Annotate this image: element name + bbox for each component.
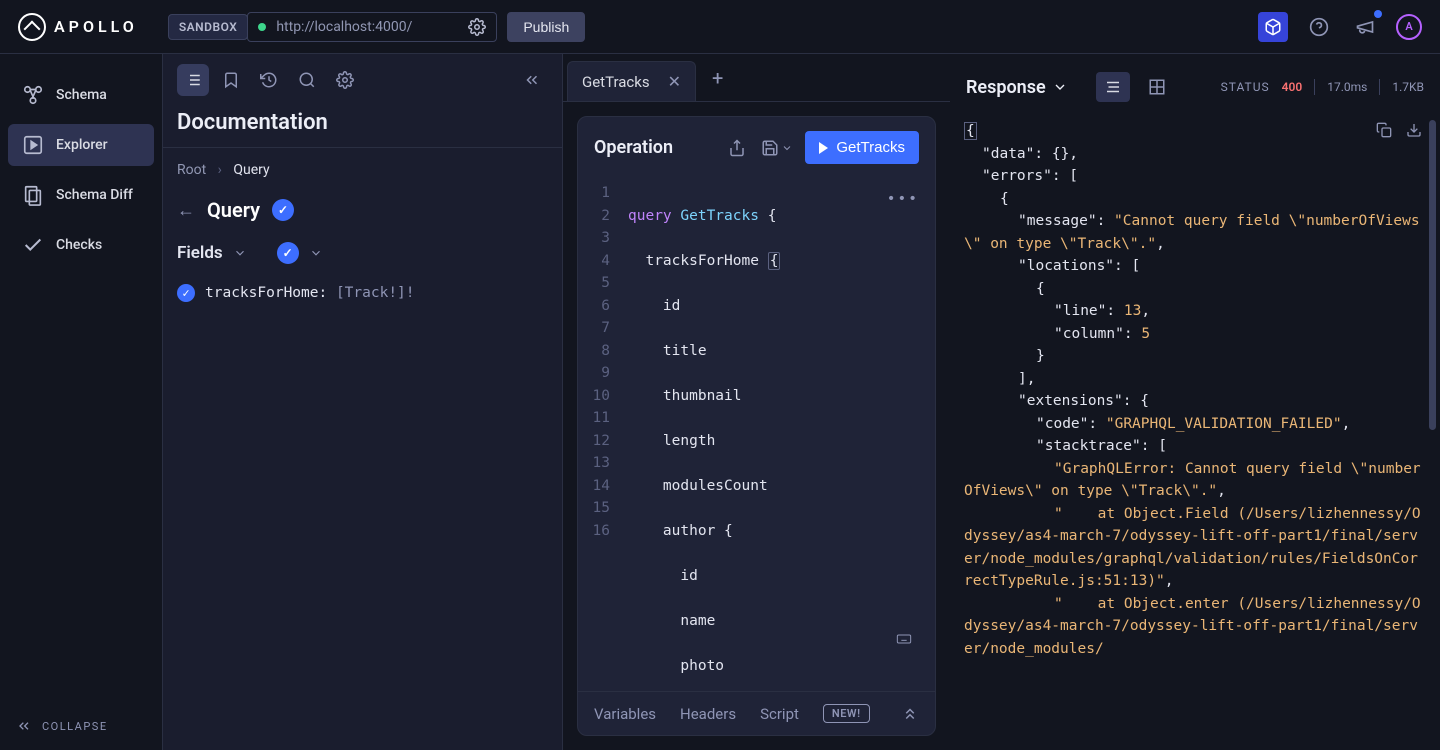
status-block: STATUS 400 17.0ms 1.7KB <box>1221 79 1424 95</box>
operation-column: GetTracks ✕ + Operation GetTracks <box>563 54 950 750</box>
endpoint-url-box[interactable]: http://localhost:4000/ <box>247 12 497 42</box>
checks-icon <box>22 234 44 256</box>
apollo-logo: APOLLO <box>18 13 138 41</box>
sidebar-item-checks[interactable]: Checks <box>8 224 154 266</box>
sidebar-item-explorer[interactable]: Explorer <box>8 124 154 166</box>
status-label: STATUS <box>1221 80 1270 94</box>
endpoint-url: http://localhost:4000/ <box>276 19 412 35</box>
main-row: Schema Explorer Schema Diff Checks COLLA… <box>0 54 1440 750</box>
sidebar-item-schema[interactable]: Schema <box>8 74 154 116</box>
sidebar-item-schema-diff[interactable]: Schema Diff <box>8 174 154 216</box>
sort-icon[interactable] <box>233 246 247 260</box>
apollo-logo-mark <box>18 13 46 41</box>
close-icon[interactable]: ✕ <box>668 72 681 91</box>
new-badge: NEW! <box>823 704 870 723</box>
expand-up-icon[interactable] <box>901 705 919 723</box>
collapse-label: COLLAPSE <box>42 720 108 733</box>
fields-heading: Fields <box>177 243 223 263</box>
run-button-label: GetTracks <box>836 139 905 156</box>
response-actions <box>1376 122 1422 138</box>
breadcrumb-root[interactable]: Root <box>177 162 206 178</box>
breadcrumb: Root › Query <box>163 148 562 192</box>
response-header: Response STATUS 400 17.0ms 1.7KB <box>950 54 1440 112</box>
more-icon[interactable]: ••• <box>887 188 919 211</box>
topbar-right: A <box>1258 12 1422 42</box>
sandbox-badge: SANDBOX <box>168 14 249 40</box>
query-heading: Query <box>207 198 260 222</box>
tab-label: GetTracks <box>582 73 650 91</box>
notification-dot-icon <box>1374 10 1382 18</box>
code-editor[interactable]: ••• 12345678910111213141516 query GetTra… <box>578 178 935 691</box>
add-tab-icon[interactable]: + <box>702 56 733 100</box>
download-icon[interactable] <box>1406 122 1422 138</box>
tab-gettracks[interactable]: GetTracks ✕ <box>567 61 696 101</box>
share-icon[interactable] <box>725 136 749 160</box>
save-dropdown[interactable] <box>761 139 793 157</box>
left-sidebar: Schema Explorer Schema Diff Checks COLLA… <box>0 54 163 750</box>
tab-variables[interactable]: Variables <box>594 705 656 723</box>
cube-icon[interactable] <box>1258 12 1288 42</box>
history-icon[interactable] <box>253 64 285 96</box>
status-size: 1.7KB <box>1392 80 1424 94</box>
user-avatar[interactable]: A <box>1396 14 1422 40</box>
chevron-down-icon[interactable] <box>309 246 323 260</box>
response-title-dropdown[interactable]: Response <box>966 77 1068 98</box>
fields-heading-row: Fields ✓ <box>163 240 562 280</box>
back-arrow-icon[interactable]: ← <box>177 200 195 221</box>
scrollbar[interactable] <box>1429 120 1436 430</box>
settings-icon[interactable] <box>329 64 361 96</box>
response-body[interactable]: { "data": {}, "errors": [ { "message": "… <box>950 112 1440 750</box>
response-column: Response STATUS 400 17.0ms 1.7KB <box>950 54 1440 750</box>
tab-script[interactable]: Script <box>760 705 799 723</box>
view-json-icon[interactable] <box>1096 72 1130 102</box>
operation-title: Operation <box>594 137 673 158</box>
run-button[interactable]: GetTracks <box>805 131 919 164</box>
line-gutter: 12345678910111213141516 <box>578 178 622 691</box>
check-badge-icon[interactable]: ✓ <box>272 199 294 221</box>
check-badge-icon[interactable]: ✓ <box>277 242 299 264</box>
doc-list-icon[interactable] <box>177 64 209 96</box>
sidebar-item-label: Checks <box>56 237 102 253</box>
status-code: 400 <box>1282 80 1303 94</box>
collapse-panel-icon[interactable] <box>516 64 548 96</box>
field-name: tracksForHome: <box>205 285 327 301</box>
breadcrumb-sep-icon: › <box>218 162 222 178</box>
explorer-icon <box>22 134 44 156</box>
tabs-row: GetTracks ✕ + <box>563 54 950 102</box>
apollo-logo-text: APOLLO <box>54 17 138 36</box>
sidebar-item-label: Explorer <box>56 137 108 153</box>
gear-icon[interactable] <box>468 18 486 36</box>
help-icon[interactable] <box>1304 12 1334 42</box>
publish-button[interactable]: Publish <box>507 12 585 42</box>
announcements-icon[interactable] <box>1350 12 1380 42</box>
operation-header: Operation GetTracks <box>578 117 935 178</box>
check-badge-icon: ✓ <box>177 284 195 302</box>
keyboard-icon[interactable] <box>893 631 915 647</box>
play-icon <box>819 142 828 154</box>
code-content: query GetTracks { tracksForHome { id tit… <box>622 178 780 691</box>
schema-icon <box>22 84 44 106</box>
query-heading-row: ← Query ✓ <box>163 192 562 240</box>
field-tracksforhome[interactable]: ✓ tracksForHome: [Track!]! <box>163 280 562 306</box>
status-time: 17.0ms <box>1327 80 1367 94</box>
doc-toolbar <box>163 54 562 96</box>
sidebar-collapse-button[interactable]: COLLAPSE <box>0 702 162 750</box>
sidebar-item-label: Schema <box>56 87 107 103</box>
top-bar: APOLLO SANDBOX http://localhost:4000/ Pu… <box>0 0 1440 54</box>
field-type: [Track!]! <box>327 285 414 301</box>
copy-icon[interactable] <box>1376 122 1392 138</box>
tab-headers[interactable]: Headers <box>680 705 736 723</box>
view-table-icon[interactable] <box>1140 72 1174 102</box>
collapse-icon <box>16 718 32 734</box>
status-dot-icon <box>258 23 266 31</box>
operation-card: Operation GetTracks ••• 1234567891011121… <box>577 116 936 736</box>
breadcrumb-current: Query <box>233 162 269 178</box>
documentation-panel: Documentation Root › Query ← Query ✓ Fie… <box>163 54 563 750</box>
operation-bottom-bar: Variables Headers Script NEW! <box>578 691 935 735</box>
sidebar-item-label: Schema Diff <box>56 187 133 203</box>
schema-diff-icon <box>22 184 44 206</box>
search-icon[interactable] <box>291 64 323 96</box>
bookmark-icon[interactable] <box>215 64 247 96</box>
documentation-title: Documentation <box>163 96 562 148</box>
